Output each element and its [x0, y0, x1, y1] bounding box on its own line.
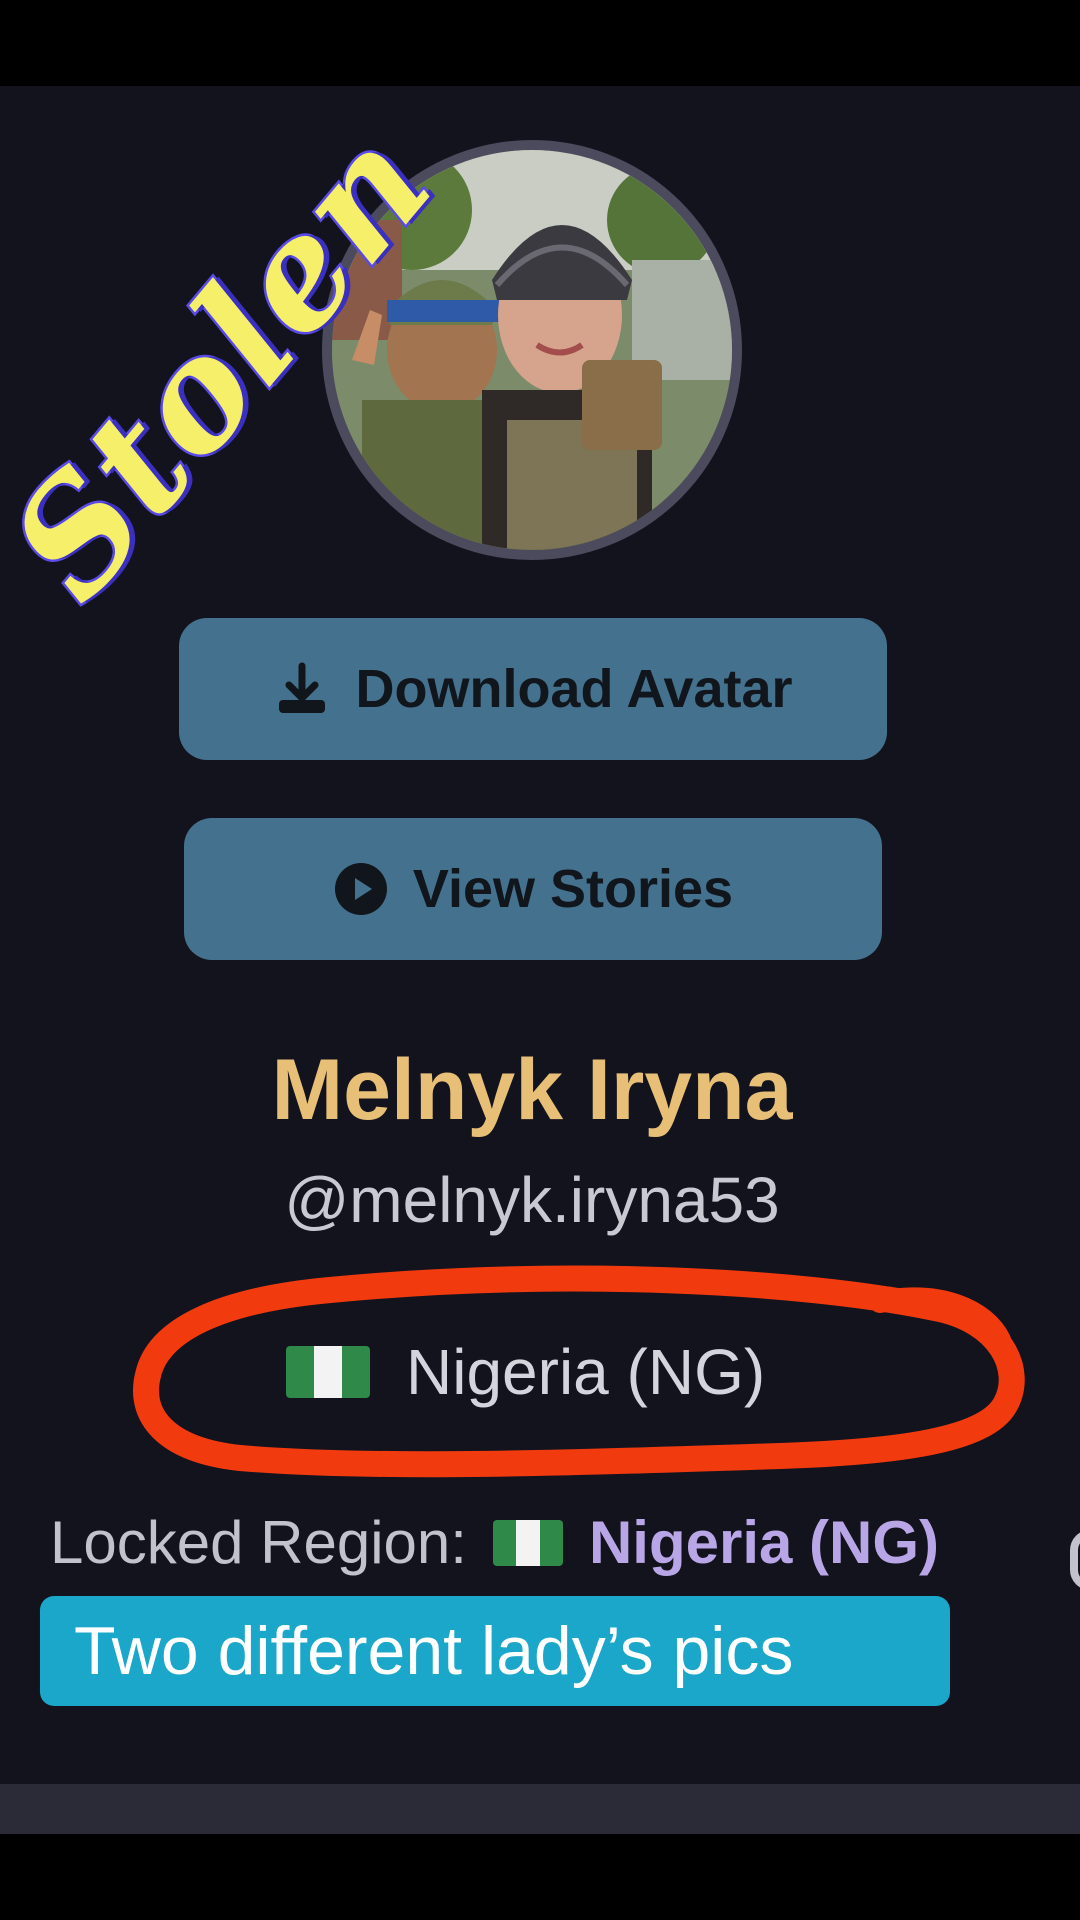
- scroll-fragment-left: [0, 1526, 4, 1586]
- country-row: Nigeria (NG): [286, 1332, 765, 1412]
- nigeria-flag-icon: [492, 1519, 563, 1566]
- locked-region-label: Locked Region:: [50, 1509, 467, 1576]
- profile-name: Melnyk Iryna: [271, 1042, 793, 1138]
- locked-region-content: Locked Region: Nigeria (NG): [50, 1508, 939, 1577]
- play-circle-icon: [333, 861, 389, 917]
- locked-region-row: Locked Region: Nigeria (NG): [0, 1500, 1080, 1590]
- locked-region-value: Nigeria (NG): [588, 1509, 939, 1576]
- scroll-fragment-right: [1070, 1530, 1080, 1590]
- country-label: Nigeria (NG): [406, 1336, 766, 1408]
- screen: Stolen Download Avatar View Stories Meln…: [0, 0, 1080, 1920]
- view-stories-label: View Stories: [412, 859, 734, 919]
- caption-banner: Two different lady’s pics: [40, 1596, 950, 1706]
- bottom-bar: [0, 1784, 1080, 1834]
- download-avatar-button[interactable]: Download Avatar: [179, 618, 887, 760]
- profile-handle: @melnyk.iryna53: [284, 1164, 780, 1236]
- view-stories-button[interactable]: View Stories: [184, 818, 882, 960]
- nigeria-flag-icon: [286, 1346, 370, 1398]
- download-icon: [273, 660, 331, 718]
- download-avatar-label: Download Avatar: [355, 659, 793, 719]
